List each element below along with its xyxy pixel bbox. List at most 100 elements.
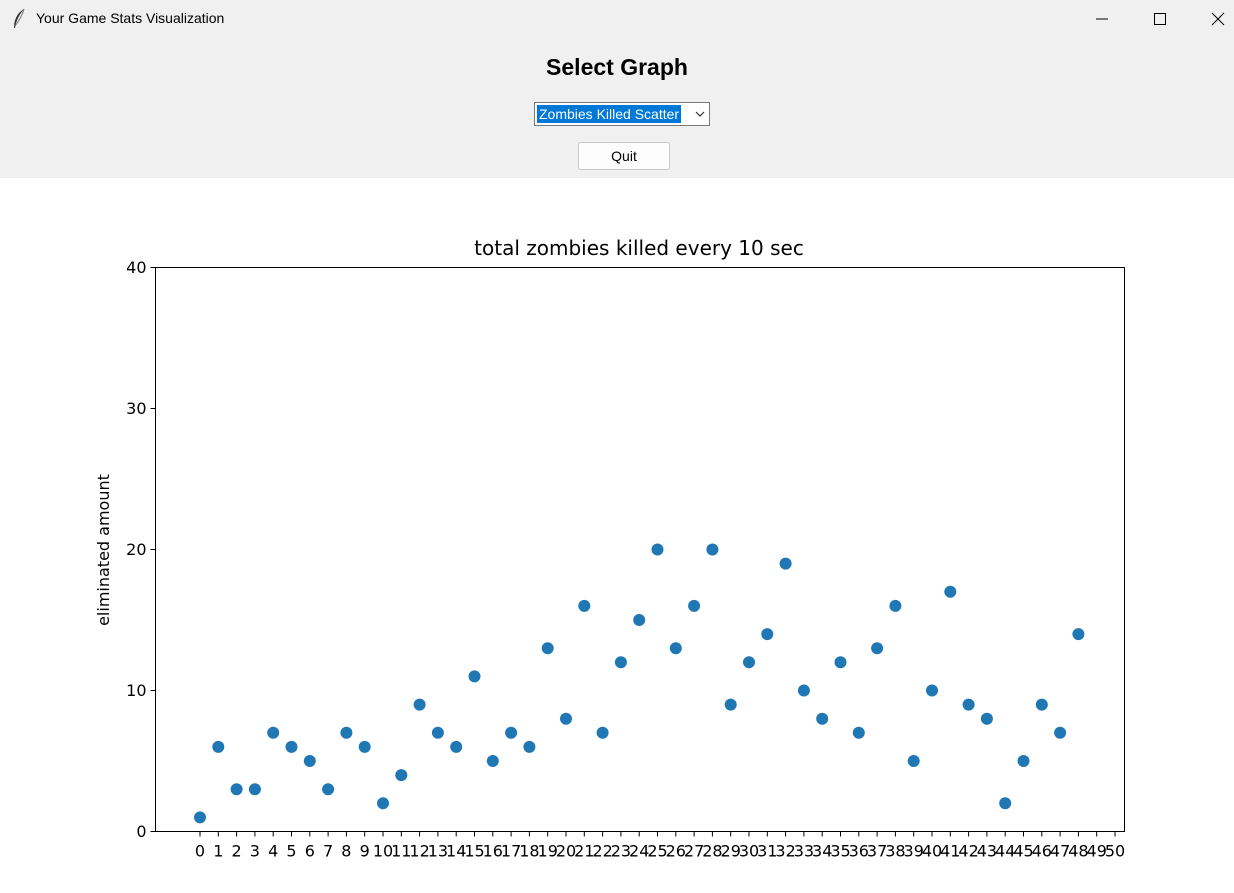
x-tick-label: 0 [195, 842, 205, 861]
data-point [669, 642, 682, 655]
data-point [578, 599, 591, 612]
x-tick-label: 19 [538, 842, 558, 861]
data-point [413, 698, 426, 711]
data-point [541, 642, 554, 655]
x-tick-label: 22 [592, 842, 612, 861]
data-point [907, 755, 920, 767]
x-tick-label: 34 [812, 842, 832, 861]
x-tick-label: 13 [428, 842, 448, 861]
x-tick-label: 3 [250, 842, 260, 861]
chevron-down-icon[interactable] [695, 110, 705, 118]
data-points [194, 543, 1085, 824]
data-point [1035, 698, 1048, 711]
data-point [633, 614, 646, 626]
data-point [285, 740, 298, 753]
chart-title: total zombies killed every 10 sec [474, 236, 804, 260]
x-tick-label: 32 [775, 842, 795, 861]
data-point [761, 628, 774, 641]
data-point [340, 726, 353, 739]
data-point [1017, 755, 1030, 767]
x-tick-label: 9 [360, 842, 370, 861]
data-point [797, 684, 810, 697]
x-tick-label: 1 [213, 842, 223, 861]
data-point [706, 543, 719, 556]
data-point [212, 740, 225, 753]
x-tick-label: 6 [305, 842, 315, 861]
data-point [816, 712, 829, 725]
graph-select[interactable]: Zombies Killed Scatter [534, 102, 710, 126]
data-point [358, 740, 371, 753]
x-tick-label: 44 [995, 842, 1015, 861]
x-axis-ticks: 0 1 2 3 4 5 6 7 8 9 101112131415161718192021222324… [195, 831, 1125, 861]
data-point [688, 599, 701, 612]
minimize-icon [1096, 18, 1108, 20]
data-point [651, 543, 664, 556]
x-tick-label: 5 [286, 842, 296, 861]
data-point [926, 684, 938, 697]
data-point [267, 726, 280, 739]
x-tick-label: 18 [519, 842, 539, 861]
data-point [560, 712, 572, 725]
data-point [1054, 726, 1067, 739]
maximize-button[interactable] [1131, 0, 1189, 38]
data-point [377, 797, 389, 810]
x-tick-label: 28 [702, 842, 722, 861]
close-icon [1211, 12, 1225, 26]
y-tick-label: 30 [126, 399, 146, 418]
x-tick-label: 12 [409, 842, 429, 861]
data-point [743, 656, 755, 669]
data-point [944, 585, 957, 598]
quit-button[interactable]: Quit [578, 142, 670, 170]
x-tick-label: 4 [268, 842, 278, 861]
y-tick-label: 40 [126, 258, 146, 277]
x-tick-label: 42 [958, 842, 978, 861]
data-point [871, 642, 884, 655]
data-point [322, 783, 335, 796]
plot-frame [155, 267, 1125, 832]
data-point [431, 726, 444, 739]
graph-select-value: Zombies Killed Scatter [537, 105, 682, 123]
data-point [779, 557, 792, 570]
data-point [1072, 628, 1085, 641]
data-point [999, 797, 1012, 810]
x-tick-label: 23 [611, 842, 631, 861]
feather-icon [14, 8, 25, 28]
data-point [468, 670, 481, 683]
y-tick-label: 20 [126, 540, 146, 559]
x-tick-label: 39 [904, 842, 924, 861]
data-point [230, 783, 243, 796]
scatter-chart: total zombies killed every 10 sec elimin… [94, 236, 1125, 861]
controls-panel: Select Graph Zombies Killed Scatter Quit [0, 38, 1234, 178]
x-tick-label: 7 [323, 842, 333, 861]
x-tick-label: 49 [1087, 842, 1107, 861]
x-tick-label: 43 [977, 842, 997, 861]
x-tick-label: 27 [684, 842, 704, 861]
y-axis-ticks: 0 10 20 30 40 [126, 258, 156, 841]
y-tick-label: 0 [136, 822, 146, 841]
close-button[interactable] [1189, 0, 1234, 38]
data-point [614, 656, 627, 669]
x-tick-label: 8 [341, 842, 351, 861]
minimize-button[interactable] [1073, 0, 1131, 38]
select-graph-heading: Select Graph [546, 54, 688, 80]
data-point [303, 755, 316, 767]
data-point [486, 755, 499, 767]
x-tick-label: 37 [867, 842, 887, 861]
data-point [194, 811, 206, 824]
x-tick-label: 50 [1105, 842, 1125, 861]
title-bar: Your Game Stats Visualization [0, 0, 1234, 38]
x-tick-label: 14 [446, 842, 466, 861]
x-tick-label: 38 [885, 842, 905, 861]
data-point [395, 769, 408, 782]
data-point [962, 698, 975, 711]
data-point [248, 783, 261, 796]
data-point [724, 698, 737, 711]
x-tick-label: 33 [794, 842, 814, 861]
x-tick-label: 29 [721, 842, 741, 861]
data-point [505, 726, 518, 739]
x-tick-label: 2 [232, 842, 242, 861]
data-point [834, 656, 847, 669]
data-point [980, 712, 993, 725]
x-tick-label: 48 [1068, 842, 1088, 861]
data-point [596, 726, 609, 739]
